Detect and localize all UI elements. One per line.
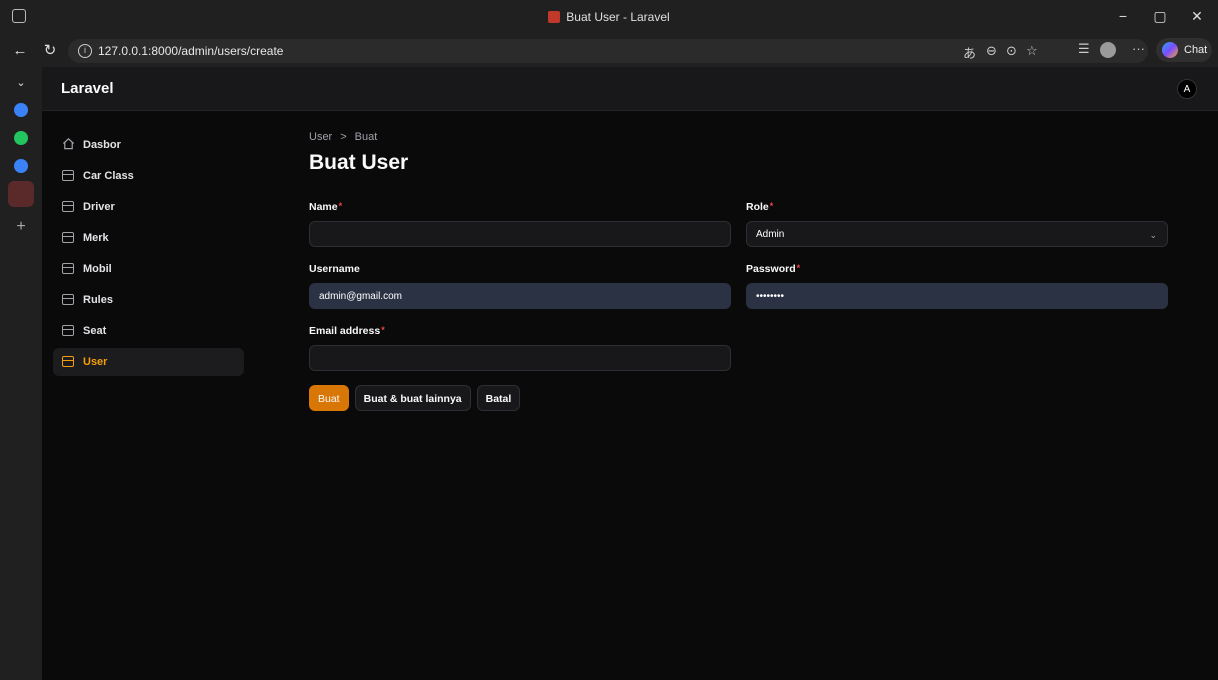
folder-icon: [62, 263, 74, 274]
sidebar: Dasbor Car Class Driver Merk Mobil Rules…: [53, 131, 244, 379]
app-topbar: Laravel A: [42, 67, 1218, 111]
create-another-button[interactable]: Buat & buat lainnya: [354, 385, 471, 411]
profile-icon[interactable]: [1100, 42, 1116, 58]
brand-logo[interactable]: Laravel: [61, 80, 114, 97]
minimize-icon[interactable]: −: [1108, 6, 1138, 26]
more-icon[interactable]: ···: [1132, 41, 1145, 56]
sidebar-item-car-class[interactable]: Car Class: [53, 162, 244, 190]
username-field-group: Username admin@gmail.com: [309, 263, 731, 309]
role-label: Role*: [746, 201, 774, 213]
site-info-icon[interactable]: i: [78, 44, 92, 58]
new-tab-icon[interactable]: +: [11, 217, 31, 237]
favorites-icon[interactable]: ☰: [1078, 41, 1090, 57]
reload-icon[interactable]: ↻: [40, 41, 60, 61]
folder-icon: [62, 201, 74, 212]
back-icon[interactable]: ←: [10, 41, 30, 61]
favorite-star-icon[interactable]: ☆: [1026, 43, 1038, 59]
vertical-tab-strip: ⌄ +: [0, 67, 42, 680]
sidebar-item-user[interactable]: User: [53, 348, 244, 376]
breadcrumb-user[interactable]: User: [309, 131, 332, 143]
app-viewport: Laravel A Dasbor Car Class Driver Merk M…: [42, 67, 1218, 680]
extension-icon[interactable]: ⊙: [1006, 43, 1017, 59]
url-text: 127.0.0.1:8000/admin/users/create: [98, 44, 284, 58]
folder-icon: [62, 170, 74, 181]
create-button[interactable]: Buat: [309, 385, 349, 411]
restore-icon[interactable]: ▢: [1145, 6, 1175, 26]
breadcrumb-buat: Buat: [354, 131, 378, 143]
copilot-icon: [1162, 42, 1178, 58]
name-label: Name*: [309, 201, 343, 213]
sidebar-item-seat[interactable]: Seat: [53, 317, 244, 345]
form-actions: Buat Buat & buat lainnya Batal: [309, 385, 521, 411]
folder-icon: [62, 294, 74, 305]
browser-titlebar: Buat User - Laravel − ▢ ✕: [0, 0, 1218, 33]
folder-icon: [62, 356, 74, 367]
main-content: User > Buat Buat User Name* Role* Admin ⌄ U…: [309, 131, 1169, 411]
password-label: Password*: [746, 263, 801, 275]
email-input[interactable]: [309, 345, 731, 371]
tab-favicon-icon[interactable]: [14, 103, 28, 117]
zoom-icon[interactable]: ⊖: [986, 43, 997, 59]
translate-icon[interactable]: あ: [963, 43, 976, 62]
active-tab-favicon-icon[interactable]: [8, 181, 34, 207]
chevron-right-icon: >: [340, 131, 347, 143]
folder-icon: [62, 232, 74, 243]
folder-icon: [62, 325, 74, 336]
password-field-group: Password* ••••••••: [746, 263, 1168, 309]
cancel-button[interactable]: Batal: [476, 385, 521, 411]
sidebar-item-rules[interactable]: Rules: [53, 286, 244, 314]
tab-favicon-icon[interactable]: [14, 159, 28, 173]
laravel-favicon-icon: [548, 11, 561, 23]
name-field-group: Name*: [309, 201, 731, 247]
home-icon: [62, 138, 75, 150]
window-title: Buat User - Laravel: [0, 10, 1218, 24]
sidebar-item-dasbor[interactable]: Dasbor: [53, 131, 244, 159]
name-input[interactable]: [309, 221, 731, 247]
role-select[interactable]: Admin ⌄: [746, 221, 1168, 247]
copilot-chat-button[interactable]: Chat: [1156, 38, 1212, 62]
sidebar-item-mobil[interactable]: Mobil: [53, 255, 244, 283]
tab-favicon-icon[interactable]: [14, 131, 28, 145]
address-bar-row: ← ↻ i 127.0.0.1:8000/admin/users/create …: [0, 33, 1218, 67]
password-input[interactable]: ••••••••: [746, 283, 1168, 309]
email-label: Email address*: [309, 325, 385, 337]
url-input[interactable]: i 127.0.0.1:8000/admin/users/create あ ⊖ …: [68, 39, 1148, 63]
sidebar-item-merk[interactable]: Merk: [53, 224, 244, 252]
sidebar-item-driver[interactable]: Driver: [53, 193, 244, 221]
page-title: Buat User: [309, 151, 409, 174]
breadcrumb: User > Buat: [309, 131, 1169, 147]
email-field-group: Email address*: [309, 325, 731, 371]
close-icon[interactable]: ✕: [1182, 6, 1212, 26]
role-field-group: Role* Admin ⌄: [746, 201, 1168, 247]
user-avatar[interactable]: A: [1177, 79, 1197, 99]
username-label: Username: [309, 263, 360, 275]
chevron-down-icon[interactable]: ⌄: [11, 73, 31, 93]
chevron-down-icon: ⌄: [1149, 230, 1157, 240]
username-input[interactable]: admin@gmail.com: [309, 283, 731, 309]
